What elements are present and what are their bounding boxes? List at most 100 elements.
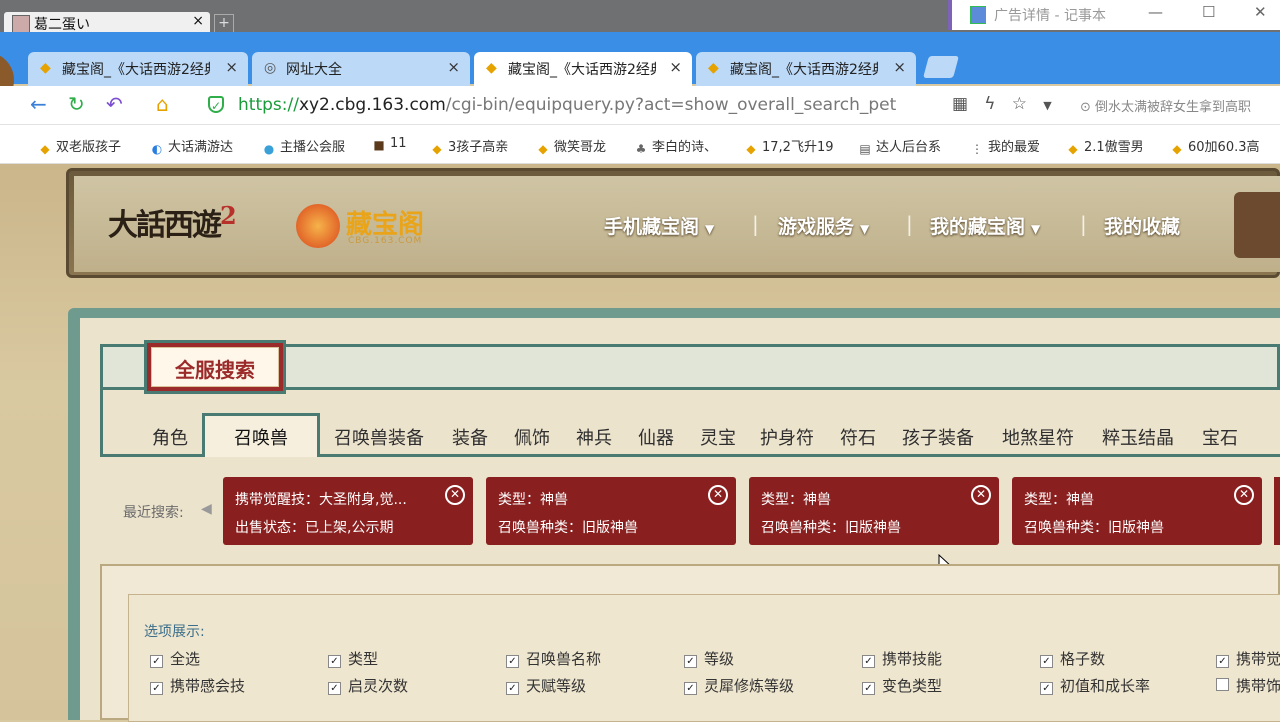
checkbox-checked-icon[interactable]: ✓ bbox=[1040, 682, 1053, 695]
nav-mobile-cbg[interactable]: 手机藏宝阁 ▼ bbox=[604, 212, 714, 239]
bookmark-item[interactable]: ▤ 达人后台系 bbox=[858, 136, 941, 156]
option-checkbox[interactable]: ✓ 携带技能 bbox=[862, 648, 942, 669]
option-checkbox[interactable]: ✓ 灵犀修炼等级 bbox=[684, 675, 794, 696]
browser-tab-active[interactable]: ◆ 藏宝阁_《大话西游2经典 × bbox=[474, 52, 692, 86]
option-checkbox[interactable]: ✓ 携带觉 bbox=[1216, 648, 1280, 669]
tab-close-icon[interactable]: × bbox=[225, 58, 238, 76]
bookmark-item[interactable]: ◆ 微笑哥龙 bbox=[536, 136, 606, 156]
category-tab-amulet[interactable]: 护身符 bbox=[760, 424, 814, 450]
bookmark-item[interactable]: ◆ 双老版孩子 bbox=[38, 136, 121, 156]
notepad-window-titlebar[interactable]: 广告详情 - 记事本 — ☐ ✕ bbox=[948, 0, 1280, 30]
option-checkbox[interactable]: ✓ 全选 bbox=[150, 648, 200, 669]
game-logo[interactable]: 大話西遊2 bbox=[108, 200, 237, 244]
reload-icon[interactable]: ↻ bbox=[68, 94, 85, 114]
category-tab-jade-crystal[interactable]: 粹玉结晶 bbox=[1102, 424, 1174, 450]
checkbox-checked-icon[interactable]: ✓ bbox=[506, 655, 519, 668]
category-tab-star-charm[interactable]: 地煞星符 bbox=[1002, 424, 1074, 450]
checkbox-checked-icon[interactable]: ✓ bbox=[1040, 655, 1053, 668]
option-checkbox[interactable]: ✓ 初值和成长率 bbox=[1040, 675, 1150, 696]
news-ticker[interactable]: ⊙ 倒水太满被辞女生拿到高职 bbox=[1080, 96, 1251, 115]
recent-search-chip[interactable]: 携带觉醒技：大圣附身,觉... 出售状态：已上架,公示期 ✕ bbox=[223, 477, 473, 545]
checkbox-checked-icon[interactable]: ✓ bbox=[862, 655, 875, 668]
tab-close-icon[interactable]: × bbox=[447, 58, 460, 76]
qrcode-icon[interactable]: ▦ bbox=[952, 94, 968, 114]
bookmark-item[interactable]: ● 主播公会服 bbox=[262, 136, 345, 156]
nav-my-favorites[interactable]: 我的收藏 bbox=[1104, 212, 1180, 239]
checkbox-checked-icon[interactable]: ✓ bbox=[328, 655, 341, 668]
bookmark-item[interactable]: ◆ 2.1傲雪男 bbox=[1066, 136, 1143, 156]
checkbox-checked-icon[interactable]: ✓ bbox=[684, 682, 697, 695]
tab-close-icon[interactable]: × bbox=[669, 58, 682, 76]
browser-tab[interactable]: ◎ 网址大全 × bbox=[252, 52, 470, 86]
browser-tab[interactable]: ◆ 藏宝阁_《大话西游2经典 × bbox=[696, 52, 916, 86]
option-checkbox[interactable]: ✓ 启灵次数 bbox=[328, 675, 408, 696]
nav-my-cbg[interactable]: 我的藏宝阁 ▼ bbox=[930, 212, 1040, 239]
option-checkbox[interactable]: ✓ 召唤兽名称 bbox=[506, 648, 601, 669]
recent-search-chip[interactable]: 类型：神兽 召唤兽种类：旧版神兽 ✕ bbox=[486, 477, 736, 545]
star-icon[interactable]: ☆ bbox=[1012, 94, 1027, 114]
close-icon[interactable]: ✕ bbox=[1254, 3, 1267, 21]
checkbox-checked-icon[interactable]: ✓ bbox=[506, 682, 519, 695]
bookmark-item[interactable]: ■ 11 bbox=[372, 136, 406, 152]
category-tab-child-equip[interactable]: 孩子装备 bbox=[902, 424, 974, 450]
checkbox-checked-icon[interactable]: ✓ bbox=[1216, 655, 1229, 668]
bookmark-item[interactable]: ◆ 60加60.3高 bbox=[1170, 136, 1259, 156]
category-tab-equip[interactable]: 装备 bbox=[452, 424, 488, 450]
browser-tab[interactable]: ◆ 藏宝阁_《大话西游2经典 × bbox=[28, 52, 248, 86]
category-tab-fairy-item[interactable]: 仙器 bbox=[638, 424, 674, 450]
category-tab-lingbao[interactable]: 灵宝 bbox=[700, 424, 736, 450]
checkbox-checked-icon[interactable]: ✓ bbox=[328, 682, 341, 695]
bookmark-item[interactable]: ◆ 3孩子高亲 bbox=[430, 136, 508, 156]
cbg-logo-icon[interactable] bbox=[296, 204, 340, 248]
category-tab-gem[interactable]: 宝石 bbox=[1202, 424, 1238, 450]
option-label: 全选 bbox=[170, 650, 201, 668]
undo-icon[interactable]: ↶ bbox=[106, 94, 123, 114]
checkbox-checked-icon[interactable]: ✓ bbox=[150, 682, 163, 695]
category-tab-pet-equip[interactable]: 召唤兽装备 bbox=[334, 424, 424, 450]
checkbox-checked-icon[interactable]: ✓ bbox=[862, 682, 875, 695]
url-field[interactable]: https://xy2.cbg.163.com/cgi-bin/equipque… bbox=[238, 95, 896, 115]
option-checkbox[interactable]: ✓ 天赋等级 bbox=[506, 675, 586, 696]
close-icon[interactable]: ✕ bbox=[445, 485, 465, 505]
bookmark-item[interactable]: ◆ 17,2飞升19 bbox=[744, 136, 833, 156]
recent-search-chip[interactable]: 类型：神兽 召唤兽种类：旧版神兽 ✕ bbox=[1012, 477, 1262, 545]
bookmark-item[interactable]: ⋮ 我的最爱 bbox=[970, 136, 1040, 156]
option-checkbox[interactable]: ✓ 格子数 bbox=[1040, 648, 1105, 669]
minimize-icon[interactable]: — bbox=[1148, 3, 1163, 21]
close-icon[interactable]: ✕ bbox=[708, 485, 728, 505]
close-icon[interactable]: ✕ bbox=[971, 485, 991, 505]
close-icon[interactable]: × bbox=[192, 13, 204, 29]
new-tab-button[interactable] bbox=[923, 56, 959, 78]
category-tab-pet[interactable]: 召唤兽 bbox=[234, 424, 288, 450]
close-icon[interactable]: ✕ bbox=[1234, 485, 1254, 505]
checkbox-unchecked-icon[interactable] bbox=[1216, 678, 1229, 691]
bookmark-item[interactable]: ◐ 大话满游达 bbox=[150, 136, 233, 156]
recent-search-chip-partial[interactable] bbox=[1274, 477, 1280, 545]
category-tab-rune[interactable]: 符石 bbox=[840, 424, 876, 450]
option-checkbox[interactable]: ✓ 变色类型 bbox=[862, 675, 942, 696]
category-tab-role[interactable]: 角色 bbox=[152, 424, 188, 450]
category-tab-accessory[interactable]: 佩饰 bbox=[514, 424, 550, 450]
checkbox-checked-icon[interactable]: ✓ bbox=[684, 655, 697, 668]
option-checkbox[interactable]: ✓ 携带感会技 bbox=[150, 675, 245, 696]
chevron-down-icon[interactable]: ▼ bbox=[1043, 99, 1051, 112]
os-window-tab[interactable]: 葛二蛋い × bbox=[4, 12, 210, 34]
tab-close-icon[interactable]: × bbox=[893, 58, 906, 76]
os-new-tab-button[interactable]: + bbox=[214, 14, 234, 34]
bookmark-item[interactable]: ♣ 李白的诗、 bbox=[634, 136, 717, 156]
scroll-left-icon[interactable]: ◀ bbox=[201, 501, 212, 517]
option-label: 携带感会技 bbox=[170, 677, 246, 695]
user-avatar[interactable] bbox=[1234, 192, 1280, 258]
maximize-icon[interactable]: ☐ bbox=[1202, 3, 1215, 21]
option-checkbox[interactable]: ✓ 等级 bbox=[684, 648, 734, 669]
nav-game-service[interactable]: 游戏服务 ▼ bbox=[778, 212, 869, 239]
lightning-icon[interactable]: ϟ bbox=[984, 94, 995, 114]
option-checkbox[interactable]: ✓ 类型 bbox=[328, 648, 378, 669]
option-checkbox[interactable]: 携带饰 bbox=[1216, 675, 1280, 696]
back-icon[interactable]: ← bbox=[30, 94, 47, 114]
checkbox-checked-icon[interactable]: ✓ bbox=[150, 655, 163, 668]
category-tab-divine-weapon[interactable]: 神兵 bbox=[576, 424, 612, 450]
security-shield-icon[interactable]: ✓ bbox=[208, 96, 224, 113]
recent-search-chip[interactable]: 类型：神兽 召唤兽种类：旧版神兽 ✕ bbox=[749, 477, 999, 545]
home-icon[interactable]: ⌂ bbox=[156, 94, 169, 114]
